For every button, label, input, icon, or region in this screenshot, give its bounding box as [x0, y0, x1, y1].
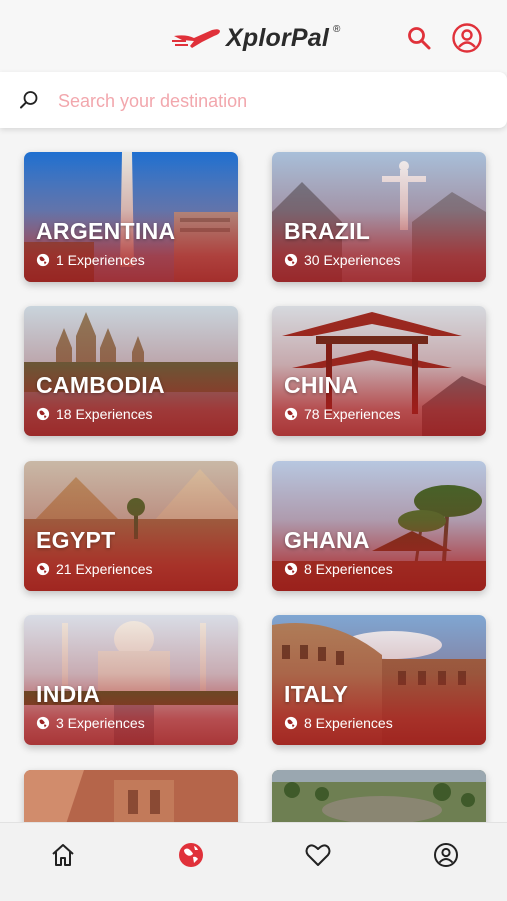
- nav-profile[interactable]: [431, 840, 461, 870]
- destination-card-partial-right[interactable]: [272, 770, 486, 822]
- destination-card-egypt[interactable]: EGYPT 21 Experiences: [24, 461, 238, 591]
- destination-name: CAMBODIA: [36, 372, 165, 398]
- globe-icon: [36, 407, 50, 421]
- experience-count: 18 Experiences: [36, 406, 153, 422]
- destination-name: INDIA: [36, 681, 101, 707]
- destination-name: BRAZIL: [284, 218, 371, 244]
- nav-favorites[interactable]: [303, 840, 333, 870]
- globe-icon: [36, 562, 50, 576]
- globe-icon: [36, 253, 50, 267]
- search-icon: [408, 27, 431, 50]
- experience-count: 8 Experiences: [284, 715, 393, 731]
- destination-name: CHINA: [284, 372, 359, 398]
- header-search-button[interactable]: [403, 22, 435, 54]
- globe-icon: [284, 716, 298, 730]
- experience-count: 78 Experiences: [284, 406, 401, 422]
- experience-count: 8 Experiences: [284, 561, 393, 577]
- bottom-navigation: [0, 822, 507, 901]
- destination-card-ghana[interactable]: GHANA 8 Experiences: [272, 461, 486, 591]
- registered-mark: ®: [333, 23, 341, 35]
- destination-name: ITALY: [284, 681, 349, 707]
- globe-icon: [284, 253, 298, 267]
- header-profile-button[interactable]: [451, 22, 483, 54]
- experience-count: 21 Experiences: [36, 561, 153, 577]
- globe-icon: [284, 407, 298, 421]
- destination-name: EGYPT: [36, 527, 116, 553]
- airplane-logo-icon: [172, 29, 220, 48]
- petra-photo: [24, 770, 238, 822]
- destination-name: ARGENTINA: [36, 218, 176, 244]
- destination-card-india[interactable]: INDIA 3 Experiences: [24, 615, 238, 745]
- nav-explore[interactable]: [176, 840, 206, 870]
- home-icon: [52, 844, 74, 866]
- search-icon: [20, 91, 38, 109]
- app-header: XplorPal ®: [0, 0, 507, 72]
- destination-name: GHANA: [284, 527, 370, 553]
- user-circle-icon: [452, 23, 482, 53]
- experience-count: 1 Experiences: [36, 252, 145, 268]
- landscape-photo: [272, 770, 486, 822]
- experience-count: 30 Experiences: [284, 252, 401, 268]
- app-name: XplorPal: [226, 23, 330, 52]
- nav-home[interactable]: [48, 840, 78, 870]
- destination-card-brazil[interactable]: BRAZIL 30 Experiences: [272, 152, 486, 282]
- destination-card-argentina[interactable]: ARGENTINA 1 Experiences: [24, 152, 238, 282]
- experience-count: 3 Experiences: [36, 715, 145, 731]
- globe-icon: [36, 716, 50, 730]
- globe-icon: [284, 562, 298, 576]
- search-bar: [0, 72, 507, 128]
- destination-card-china[interactable]: CHINA 78 Experiences: [272, 306, 486, 436]
- destination-card-italy[interactable]: ITALY 8 Experiences: [272, 615, 486, 745]
- user-circle-icon: [434, 843, 458, 867]
- destination-card-partial-left[interactable]: [24, 770, 238, 822]
- destination-card-cambodia[interactable]: CAMBODIA 18 Experiences: [24, 306, 238, 436]
- globe-icon: [179, 843, 203, 867]
- app-logo: XplorPal ®: [172, 22, 340, 54]
- search-input[interactable]: [56, 84, 480, 118]
- heart-icon: [305, 844, 331, 866]
